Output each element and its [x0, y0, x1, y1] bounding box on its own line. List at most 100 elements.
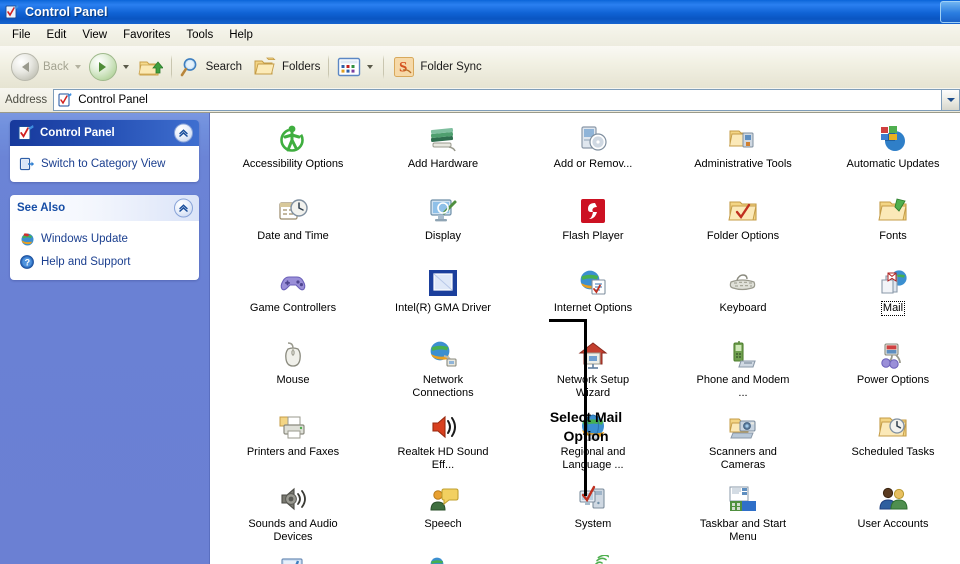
panel-control-panel-header[interactable]: Control Panel: [10, 120, 199, 146]
control-panel-item-wireless-network-set[interactable]: Wireless Network Set...: [518, 553, 668, 564]
control-panel-item-label: Internet Options: [553, 302, 633, 314]
control-panel-item-keyboard[interactable]: Keyboard: [668, 265, 818, 337]
menu-help[interactable]: Help: [221, 26, 261, 44]
control-panel-item-sounds-and-audio-devices[interactable]: Sounds and Audio Devices: [218, 481, 368, 553]
control-panel-item-label: Keyboard: [719, 302, 767, 314]
phone-modem-icon: [727, 339, 759, 371]
annotation-leader-horizontal: [549, 319, 587, 322]
sidebar-item-label: Help and Support: [41, 255, 131, 268]
folder-sync-icon: S: [392, 55, 416, 79]
toolbar: Back Search Folders S Folder Sync: [0, 46, 960, 89]
control-panel-item-add-hardware[interactable]: Add Hardware: [368, 121, 518, 193]
control-panel-item-scheduled-tasks[interactable]: Scheduled Tasks: [818, 409, 960, 481]
control-panel-item-network-connections[interactable]: Network Connections: [368, 337, 518, 409]
address-label: Address: [5, 94, 48, 106]
control-panel-item-fonts[interactable]: Fonts: [818, 193, 960, 265]
views-grid-icon: [337, 57, 361, 77]
panel-see-also: See Also Windows Update ? Help and Suppo…: [10, 195, 199, 280]
add-hardware-icon: [427, 123, 459, 155]
panel-see-also-header[interactable]: See Also: [10, 195, 199, 221]
menu-tools[interactable]: Tools: [178, 26, 221, 44]
back-button[interactable]: Back: [8, 51, 72, 83]
control-panel-item-label: Mail: [880, 301, 906, 316]
control-panel-item-game-controllers[interactable]: Game Controllers: [218, 265, 368, 337]
views-dropdown-icon[interactable]: [367, 65, 374, 69]
address-value: Control Panel: [78, 94, 148, 106]
control-panel-item-label: Scanners and Cameras: [709, 446, 777, 471]
control-panel-item-user-accounts[interactable]: User Accounts: [818, 481, 960, 553]
panel-control-panel-title: Control Panel: [40, 127, 115, 139]
user-accounts-icon: [877, 483, 909, 515]
system-icon: [577, 483, 609, 515]
control-panel-item-power-options[interactable]: Power Options: [818, 337, 960, 409]
control-panel-item-windows-firewall[interactable]: Windows Firewall: [368, 553, 518, 564]
windows-cardspace-icon: [277, 555, 309, 564]
menu-edit[interactable]: Edit: [39, 26, 75, 44]
menu-bar: File Edit View Favorites Tools Help: [0, 24, 960, 47]
flash-player-icon: [577, 195, 609, 227]
back-dropdown-icon[interactable]: [74, 65, 81, 69]
menu-view[interactable]: View: [74, 26, 115, 44]
control-panel-item-display[interactable]: Display: [368, 193, 518, 265]
control-panel-item-label: Date and Time: [257, 230, 329, 242]
folder-sync-button[interactable]: S Folder Sync: [389, 51, 484, 83]
forward-button[interactable]: [86, 51, 120, 83]
mail-icon: [877, 267, 909, 299]
forward-dropdown-icon[interactable]: [122, 65, 129, 69]
control-panel-item-add-or-remov[interactable]: Add or Remov...: [518, 121, 668, 193]
chevron-up-icon: [179, 204, 188, 212]
control-panel-item-mail[interactable]: Mail: [818, 265, 960, 337]
control-panel-item-date-and-time[interactable]: Date and Time: [218, 193, 368, 265]
svg-text:S: S: [399, 60, 407, 76]
control-panel-item-accessibility-options[interactable]: Accessibility Options: [218, 121, 368, 193]
administrative-tools-icon: [727, 123, 759, 155]
panel-control-panel-collapse-button[interactable]: [174, 123, 193, 143]
control-panel-item-flash-player[interactable]: Flash Player: [518, 193, 668, 265]
control-panel-item-taskbar-and-start-menu[interactable]: Taskbar and Start Menu: [668, 481, 818, 553]
sounds-audio-icon: [277, 483, 309, 515]
control-panel-item-realtek-hd-sound-eff[interactable]: Realtek HD Sound Eff...: [368, 409, 518, 481]
address-input[interactable]: Control Panel: [53, 89, 941, 111]
up-folder-icon: [137, 55, 164, 79]
control-panel-item-printers-and-faxes[interactable]: Printers and Faxes: [218, 409, 368, 481]
control-panel-item-label: Flash Player: [562, 230, 624, 242]
control-panel-item-label: Fonts: [879, 230, 907, 242]
control-panel-item-phone-and-modem[interactable]: Phone and Modem ...: [668, 337, 818, 409]
panel-see-also-collapse-button[interactable]: [174, 198, 193, 218]
minimize-button[interactable]: [940, 1, 960, 23]
control-panel-item-mouse[interactable]: Mouse: [218, 337, 368, 409]
control-panel-item-internet-options[interactable]: Internet Options: [518, 265, 668, 337]
svg-text:?: ?: [25, 257, 31, 267]
window-caption-buttons[interactable]: [940, 1, 960, 23]
realtek-sound-icon: [427, 411, 459, 443]
control-panel-item-label: Power Options: [856, 374, 930, 386]
network-setup-wizard-icon: [577, 339, 609, 371]
folders-button-label: Folders: [282, 61, 321, 73]
menu-favorites[interactable]: Favorites: [115, 26, 178, 44]
control-panel-item-network-setup-wizard[interactable]: Network Setup Wizard: [518, 337, 668, 409]
sidebar-item-switch-category-view[interactable]: Switch to Category View: [10, 152, 199, 175]
control-panel-item-system[interactable]: System: [518, 481, 668, 553]
control-panel-item-windows-cardspace[interactable]: Windows CardSpace: [218, 553, 368, 564]
control-panel-item-administrative-tools[interactable]: Administrative Tools: [668, 121, 818, 193]
search-button[interactable]: Search: [177, 51, 245, 83]
sidebar-item-windows-update[interactable]: Windows Update: [10, 227, 199, 250]
sidebar-item-help-and-support[interactable]: ? Help and Support: [10, 250, 199, 273]
control-panel-item-scanners-and-cameras[interactable]: Scanners and Cameras: [668, 409, 818, 481]
window-body: Control Panel Switch to Category View Se…: [0, 113, 960, 564]
control-panel-item-automatic-updates[interactable]: Automatic Updates: [818, 121, 960, 193]
mouse-icon: [277, 339, 309, 371]
control-panel-item-speech[interactable]: Speech: [368, 481, 518, 553]
menu-file[interactable]: File: [4, 26, 39, 44]
up-button[interactable]: [134, 51, 166, 83]
control-panel-item-folder-options[interactable]: Folder Options: [668, 193, 818, 265]
control-panel-item-label: Add or Remov...: [553, 158, 633, 170]
views-button[interactable]: [334, 51, 364, 83]
address-dropdown-button[interactable]: [941, 89, 960, 111]
back-arrow-icon: [11, 53, 39, 81]
toolbar-separator-2: [328, 55, 330, 79]
control-panel-item-intel-r-gma-driver[interactable]: Intel(R) GMA Driver: [368, 265, 518, 337]
folders-button[interactable]: Folders: [251, 51, 323, 83]
folder-options-icon: [727, 195, 759, 227]
add-remove-programs-icon: [577, 123, 609, 155]
